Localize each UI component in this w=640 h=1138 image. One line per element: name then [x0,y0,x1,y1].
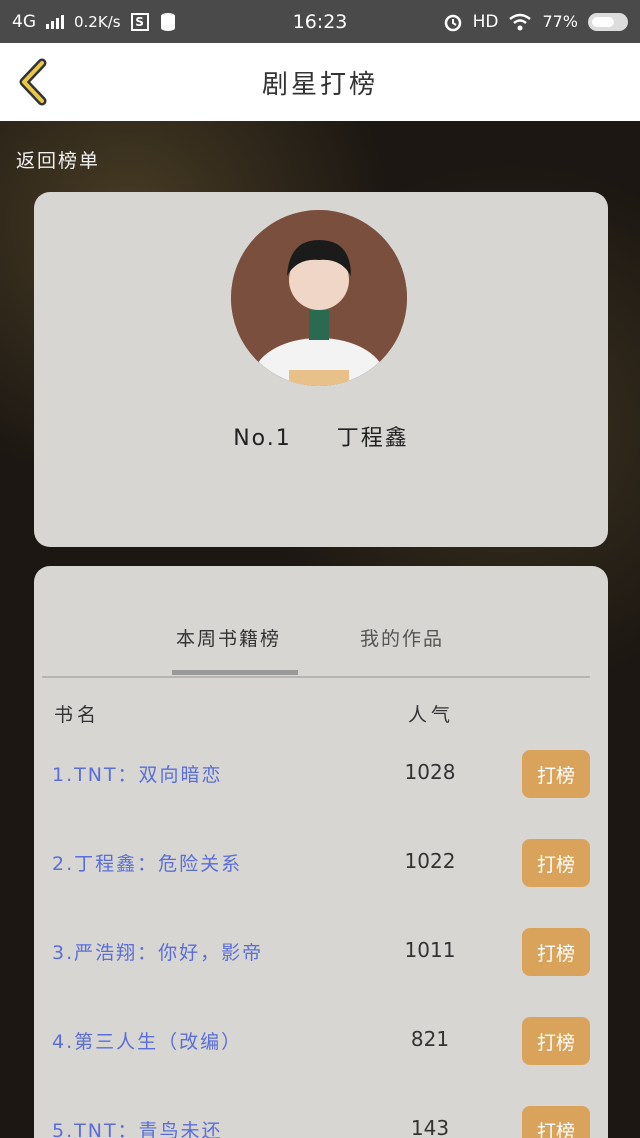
column-header-popularity: 人气 [408,704,455,726]
tab-weekly-books[interactable]: 本周书籍榜 [176,624,281,651]
signal-icon [46,14,64,29]
table-row: 5.TNT：青鸟未还 143 打榜 [34,1092,608,1138]
vote-button[interactable]: 打榜 [522,750,590,798]
status-bar: 4G 0.2K/s S 16:23 HD 77% [0,0,640,43]
table-row: 1.TNT：双向暗恋 1028 打榜 [34,736,608,825]
network-speed: 0.2K/s [74,12,121,31]
status-right: HD 77% [443,12,628,32]
book-title-link[interactable]: 1.TNT：双向暗恋 [52,760,223,787]
vote-button[interactable]: 打榜 [522,1017,590,1065]
back-button[interactable] [14,57,54,107]
wifi-icon [508,13,532,31]
table-row: 4.第三人生（改编） 821 打榜 [34,1003,608,1092]
column-header-name: 书名 [54,704,101,726]
book-list-card: 本周书籍榜 我的作品 书名 人气 1.TNT：双向暗恋 1028 打榜 2.丁程… [34,566,608,1138]
popularity-count: 821 [410,1027,450,1051]
battery-percent: 77% [542,12,578,31]
vote-button[interactable]: 打榜 [522,839,590,887]
database-icon [159,12,177,32]
book-title-link[interactable]: 4.第三人生（改编） [52,1027,242,1054]
rank-label: No.1 [233,426,292,451]
chevron-left-icon [19,58,47,106]
header: 剧星打榜 [0,43,640,121]
book-title-link[interactable]: 3.严浩翔：你好，影帝 [52,938,263,965]
table-row: 2.丁程鑫：危险关系 1022 打榜 [34,825,608,914]
rank-and-name: No.1 丁程鑫 [34,420,608,452]
active-tab-indicator [172,670,298,675]
table-row: 3.严浩翔：你好，影帝 1011 打榜 [34,914,608,1003]
tab-bar: 本周书籍榜 我的作品 [42,566,590,678]
alarm-icon [443,12,463,32]
vote-button[interactable]: 打榜 [522,928,590,976]
popularity-count: 1028 [404,760,456,784]
network-type: 4G [12,11,36,32]
vote-button[interactable]: 打榜 [522,1106,590,1138]
tab-my-works[interactable]: 我的作品 [360,624,444,651]
hd-badge: HD [472,11,499,32]
page-title: 剧星打榜 [261,69,378,100]
s-box-icon: S [130,12,149,31]
book-title-link[interactable]: 2.丁程鑫：危险关系 [52,849,242,876]
popularity-count: 1022 [404,849,456,873]
profile-card: No.1 丁程鑫 [34,192,608,547]
battery-icon [588,12,628,31]
star-name: 丁程鑫 [336,426,409,451]
popularity-count: 143 [410,1116,450,1138]
status-left: 4G 0.2K/s S [12,12,177,32]
return-to-list-link[interactable]: 返回榜单 [16,146,100,173]
popularity-count: 1011 [404,938,456,962]
book-title-link[interactable]: 5.TNT：青鸟未还 [52,1116,223,1138]
avatar [231,210,407,386]
